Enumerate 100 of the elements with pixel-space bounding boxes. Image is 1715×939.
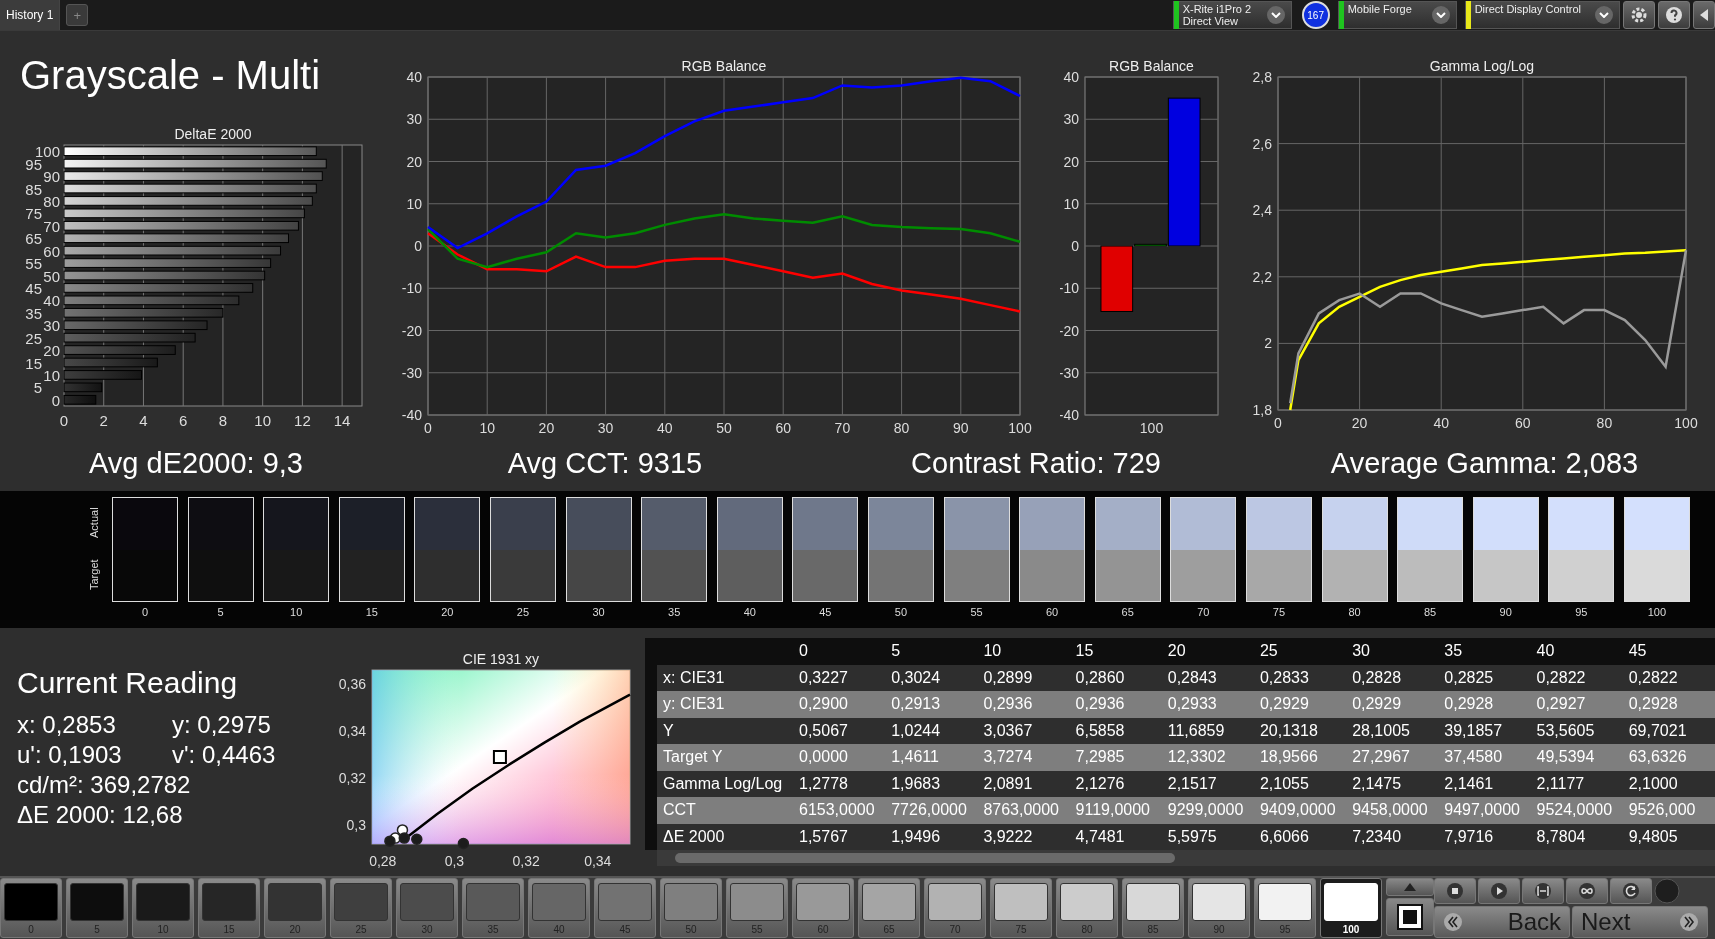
axis-tick-label: 20: [538, 420, 555, 436]
help-icon: [1665, 6, 1683, 24]
row-header: CCT: [657, 797, 793, 824]
axis-tick-label: 0: [59, 412, 69, 429]
bracket-arrows-icon: [1534, 882, 1552, 900]
axis-tick-label: 15: [25, 354, 42, 372]
patch-label: 45: [819, 606, 832, 618]
add-tab-button[interactable]: +: [66, 4, 89, 26]
axis-tick-label: 5: [33, 379, 42, 397]
axis-tick-label: 60: [1515, 415, 1531, 431]
axis-tick-label: 0,34: [338, 723, 366, 740]
axis-tick-label: 85: [25, 180, 42, 198]
table-cell: 49,5394: [1530, 744, 1623, 771]
axis-tick-label: 10: [254, 412, 271, 429]
axis-tick-label: -30: [401, 364, 422, 381]
stop-button[interactable]: [1434, 878, 1476, 904]
back-button[interactable]: Back: [1434, 906, 1570, 938]
axis-tick-label: 14: [333, 412, 351, 429]
table-cell: 0,2913: [885, 691, 978, 718]
axis-tick-label: 10: [479, 420, 495, 436]
patch-button[interactable]: 45: [594, 878, 656, 938]
patch-button[interactable]: 75: [990, 878, 1052, 938]
axis-tick-label: 40: [406, 69, 422, 85]
table-cell: 12,3302: [1161, 744, 1254, 771]
patch-button[interactable]: 35: [462, 878, 524, 938]
scroll-up-button[interactable]: [1386, 878, 1434, 896]
axis-tick-label: 0: [1274, 415, 1282, 431]
stop-button[interactable]: [1386, 898, 1434, 936]
column-header: 15: [1069, 638, 1162, 665]
table-cell: 53,5605: [1530, 717, 1623, 744]
patch-button[interactable]: 5: [66, 878, 128, 938]
table-cell: 0,2936: [1069, 691, 1162, 718]
column-header: 40: [1530, 638, 1623, 665]
patch-button[interactable]: 100: [1320, 878, 1382, 938]
patch-label: 30: [592, 606, 605, 618]
collapse-button[interactable]: [1693, 1, 1715, 29]
table-cell: 3,0367: [977, 717, 1070, 744]
loop-button[interactable]: [1566, 878, 1608, 904]
patch-button[interactable]: 80: [1056, 878, 1118, 938]
next-button[interactable]: Next: [1572, 906, 1708, 938]
axis-tick-label: 20: [406, 153, 422, 170]
axis-tick-label: 4: [139, 412, 148, 429]
axis-tick-label: 60: [43, 242, 60, 260]
patch-button[interactable]: 10: [132, 878, 194, 938]
horizontal-scrollbar[interactable]: [657, 850, 1715, 866]
table-cell: 2,1177: [1530, 770, 1623, 797]
patch-label: 100: [1647, 606, 1667, 618]
patch-button[interactable]: 65: [858, 878, 920, 938]
help-button[interactable]: [1658, 1, 1690, 29]
refresh-button[interactable]: [1610, 878, 1652, 904]
axis-tick-label: 35: [25, 304, 42, 322]
axis-tick-label: 20: [43, 342, 60, 360]
axis-tick-label: 0,28: [369, 853, 397, 869]
axis-tick-label: 75: [25, 205, 42, 223]
axis-tick-label: 50: [716, 420, 732, 436]
table-cell: 20,1318: [1253, 717, 1347, 744]
axis-tick-label: 30: [43, 317, 60, 335]
fit-button[interactable]: [1522, 878, 1564, 904]
device-dropdown[interactable]: Direct Display Control: [1464, 1, 1620, 29]
table-cell: 4,7481: [1069, 823, 1162, 850]
axis-tick-label: 12: [294, 412, 311, 429]
table-cell: 27,2967: [1346, 744, 1439, 771]
table-cell: 1,9496: [885, 823, 978, 850]
axis-tick-label: 20: [1063, 153, 1079, 170]
patch-button[interactable]: 25: [330, 878, 392, 938]
patch-button[interactable]: 55: [726, 878, 788, 938]
axis-tick-label: 2,6: [1252, 135, 1272, 152]
play-button[interactable]: [1478, 878, 1520, 904]
axis-tick-label: 45: [25, 279, 42, 297]
reading-value: x: 0,2853: [17, 710, 117, 740]
reading-value: cd/m²: 369,2782: [17, 770, 191, 800]
axis-tick-label: 80: [43, 192, 60, 210]
summary-stat: Contrast Ratio: 729: [910, 447, 1162, 480]
patch-button[interactable]: 60: [792, 878, 854, 938]
section-title: Current Reading: [17, 666, 239, 700]
patch-label: 20: [441, 606, 454, 618]
device-dropdown[interactable]: Mobile Forge: [1337, 1, 1457, 29]
axis-tick-label: 10: [1063, 195, 1079, 212]
patch-button[interactable]: 15: [198, 878, 260, 938]
history-tab[interactable]: History 1: [0, 0, 61, 30]
table-cell: 6,6066: [1253, 823, 1347, 850]
patch-button[interactable]: 30: [396, 878, 458, 938]
axis-tick-label: 2: [1264, 335, 1272, 352]
double-left-icon: [1443, 912, 1463, 932]
axis-tick-label: 100: [1674, 415, 1698, 431]
stop-icon: [1397, 904, 1423, 930]
table-cell: 18,9566: [1253, 744, 1347, 771]
patch-button[interactable]: 95: [1254, 878, 1316, 938]
axis-tick-label: 2,2: [1252, 268, 1272, 285]
axis-tick-label: 0,3: [346, 817, 366, 834]
table-cell: 9526,000: [1622, 797, 1715, 824]
summary-stat: Average Gamma: 2,083: [1329, 447, 1640, 480]
patch-button[interactable]: 40: [528, 878, 590, 938]
row-label: Target: [88, 558, 101, 593]
patch-button[interactable]: 85: [1122, 878, 1184, 938]
device-dropdown[interactable]: X-Rite i1Pro 2 Direct View: [1172, 1, 1292, 29]
patch-label: 25: [516, 606, 530, 618]
settings-button[interactable]: [1623, 1, 1655, 29]
chart-title: RGB Balance: [1109, 58, 1194, 74]
table-cell: 2,1055: [1253, 770, 1347, 797]
